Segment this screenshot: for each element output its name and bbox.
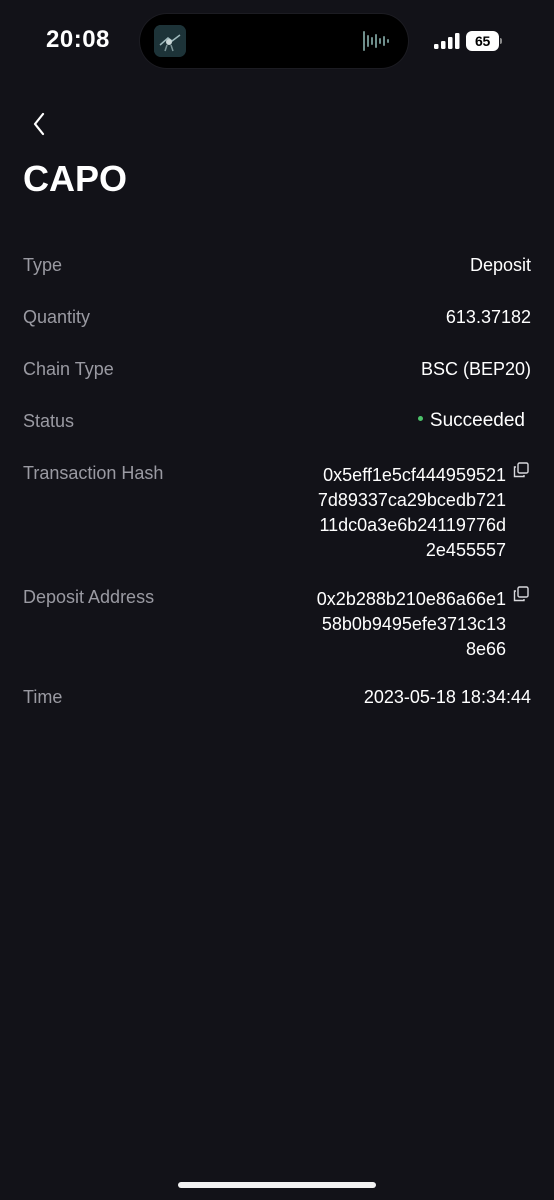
status-badge: Succeeded bbox=[417, 410, 525, 432]
deposit-address-line: 8e66 bbox=[465, 639, 506, 659]
transaction-hash-value[interactable]: 0x5eff1e5cf444959521 7d89337ca29bcedb721… bbox=[296, 463, 506, 563]
transaction-hash-line: 0x5eff1e5cf444959521 bbox=[323, 465, 506, 485]
chain-type-label: Chain Type bbox=[23, 359, 114, 379]
deposit-address-value[interactable]: 0x2b288b210e86a66e1 58b0b9495efe3713c13 … bbox=[296, 587, 506, 662]
type-value: Deposit bbox=[469, 255, 531, 275]
time-label: Time bbox=[23, 687, 63, 707]
transaction-hash-line: 11dc0a3e6b24119776d bbox=[319, 515, 506, 535]
status-value: Succeeded bbox=[429, 410, 525, 431]
page-title: CAPO bbox=[23, 158, 128, 199]
cellular-signal-icon bbox=[434, 33, 461, 49]
deposit-address-line: 58b0b9495efe3713c13 bbox=[321, 614, 506, 634]
transaction-hash-line: 7d89337ca29bcedb721 bbox=[317, 490, 506, 510]
status-bar: 20:08 65 bbox=[0, 0, 554, 84]
battery-cap bbox=[500, 38, 502, 44]
status-label: Status bbox=[23, 411, 75, 431]
copy-transaction-hash-button[interactable] bbox=[513, 462, 529, 478]
deposit-address-line: 0x2b288b210e86a66e1 bbox=[316, 589, 506, 609]
back-button[interactable] bbox=[26, 110, 54, 138]
status-dot bbox=[417, 416, 423, 422]
battery-icon: 65 bbox=[466, 31, 502, 51]
copy-icon bbox=[513, 462, 529, 478]
deposit-address-label: Deposit Address bbox=[23, 587, 155, 607]
quantity-label: Quantity bbox=[23, 307, 91, 327]
battery-level: 65 bbox=[466, 31, 499, 51]
transaction-hash-label: Transaction Hash bbox=[23, 463, 164, 483]
transaction-hash-line: 2e455557 bbox=[425, 540, 506, 560]
dynamic-island[interactable] bbox=[140, 14, 408, 68]
time-value: 2023-05-18 18:34:44 bbox=[363, 687, 531, 707]
copy-deposit-address-button[interactable] bbox=[513, 586, 529, 602]
chevron-left-icon bbox=[33, 112, 45, 136]
now-playing-artwork bbox=[154, 25, 186, 57]
type-label: Type bbox=[23, 255, 63, 275]
status-time: 20:08 bbox=[46, 26, 110, 53]
copy-icon bbox=[513, 586, 529, 602]
chain-type-value: BSC (BEP20) bbox=[420, 359, 531, 379]
home-indicator[interactable] bbox=[178, 1182, 376, 1188]
quantity-value: 613.37182 bbox=[445, 307, 531, 327]
audio-waveform-icon bbox=[362, 29, 392, 53]
